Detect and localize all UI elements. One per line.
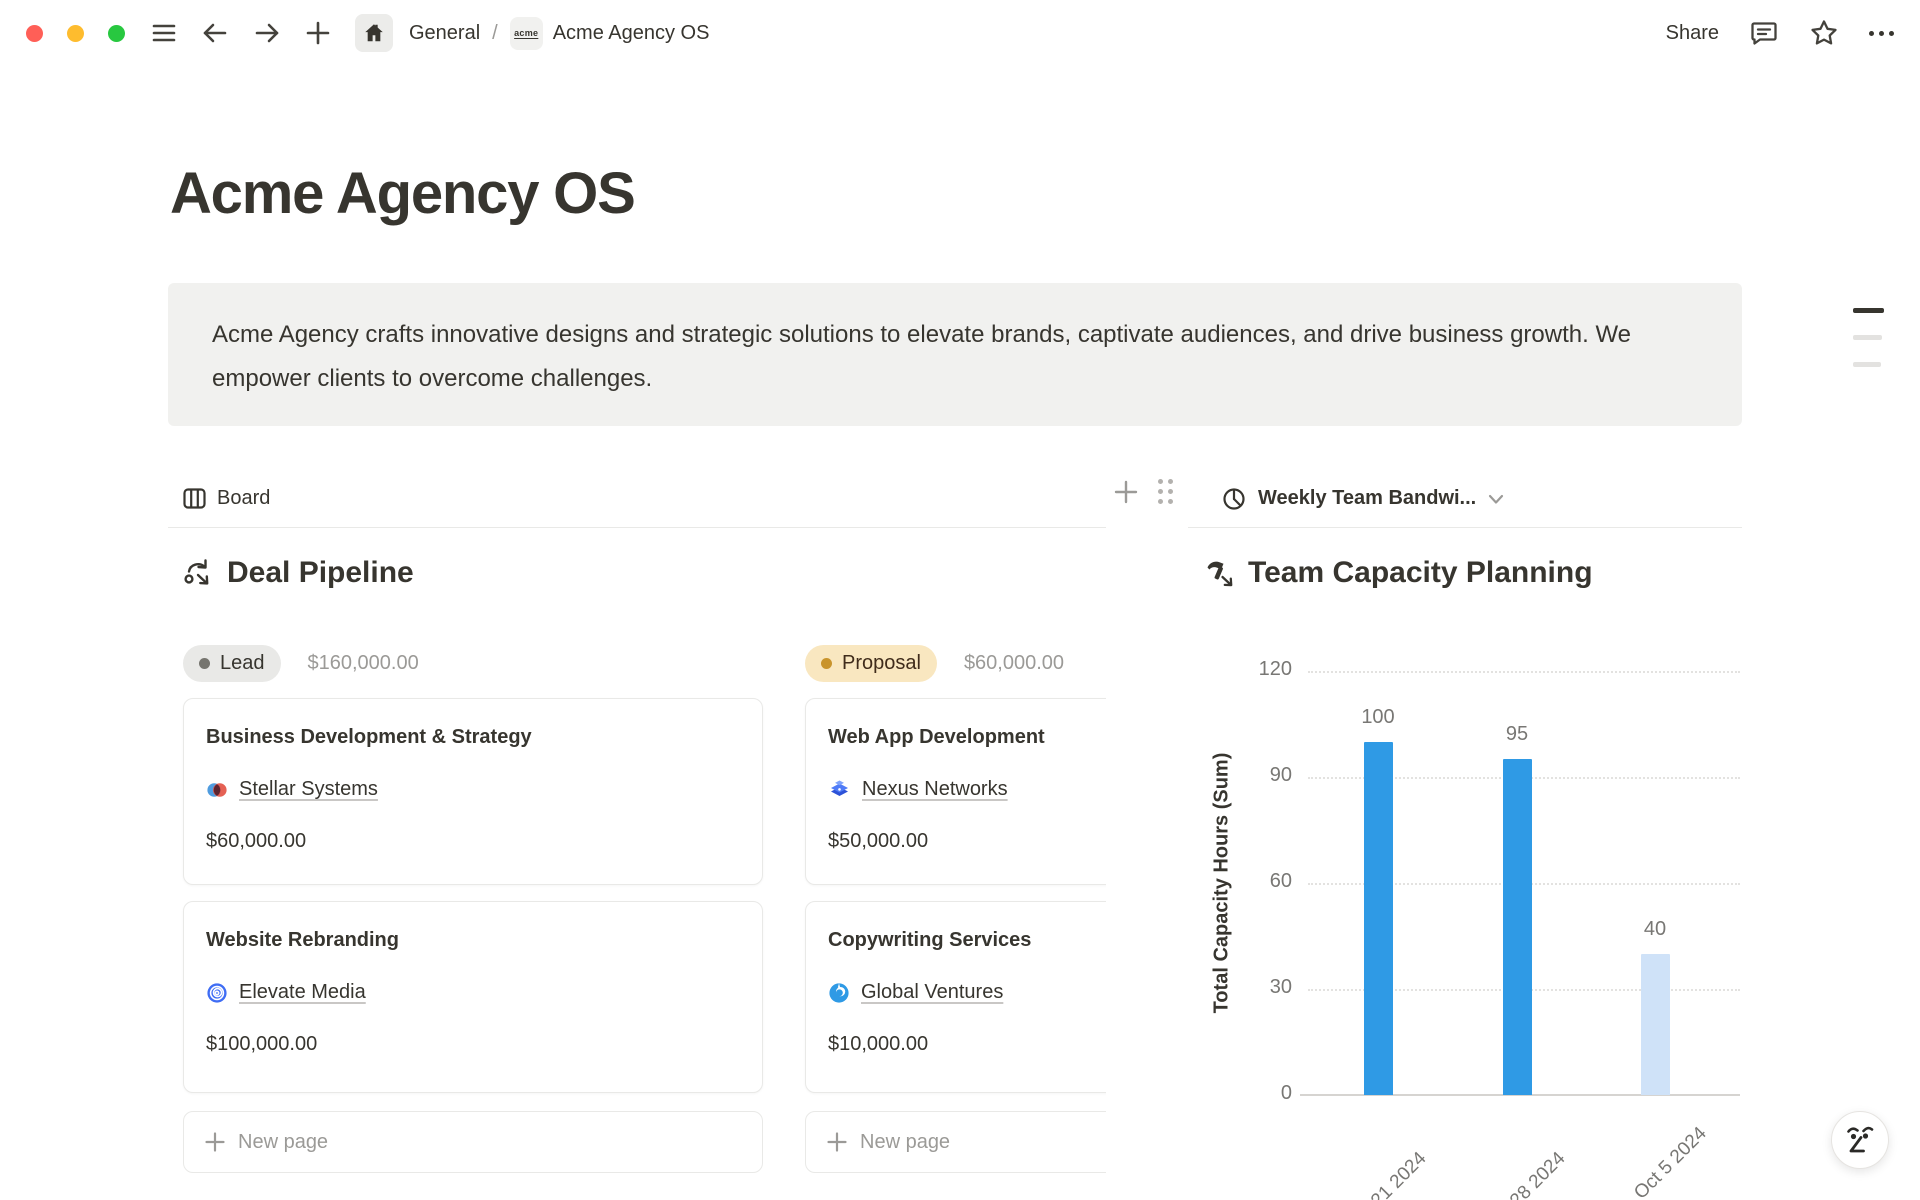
card-amount: $100,000.00 [206, 1033, 738, 1056]
blue-layers-icon [828, 779, 851, 801]
forward-arrow-icon[interactable] [253, 20, 281, 46]
pie-chart-icon [1222, 487, 1246, 511]
new-page-label: New page [860, 1131, 950, 1154]
zoom-window-button[interactable] [108, 25, 125, 42]
workspace-logo-icon[interactable]: acme [510, 17, 543, 50]
blue-donut-icon [828, 982, 850, 1004]
chart-pane: Weekly Team Bandwi... Team Capacity Plan… [1188, 470, 1742, 1200]
view-selector[interactable]: Weekly Team Bandwi... [1188, 487, 1504, 511]
new-page-button[interactable]: New page [805, 1111, 1106, 1173]
breadcrumb-separator: / [492, 22, 498, 45]
breadcrumb-root[interactable]: General [409, 22, 480, 45]
chevron-down-icon [1488, 493, 1504, 505]
view-selector-label: Weekly Team Bandwi... [1258, 487, 1476, 510]
new-page-label: New page [238, 1131, 328, 1154]
bar-value-label: 40 [1620, 918, 1690, 941]
capacity-bar-chart: 100 95 40 [1308, 671, 1740, 1095]
x-tick-label: 21 2024 [1367, 1148, 1431, 1200]
add-view-plus-icon[interactable] [1112, 478, 1140, 506]
card-title: Business Development & Strategy [206, 724, 738, 750]
chart-heading: Team Capacity Planning [1204, 556, 1593, 590]
ai-assistant-button[interactable] [1831, 1111, 1889, 1169]
group-badge-lead[interactable]: Lead [183, 645, 281, 682]
home-icon[interactable] [355, 14, 393, 52]
pipeline-icon [183, 558, 213, 588]
y-tick-label: 90 [1270, 764, 1292, 787]
y-tick-label: 120 [1259, 658, 1292, 681]
gray-dot-icon [199, 658, 210, 669]
board-tab-label: Board [217, 487, 270, 510]
group-sum: $60,000.00 [964, 652, 1064, 675]
new-page-plus-icon [826, 1131, 848, 1153]
breadcrumb: General / acme Acme Agency OS [409, 17, 709, 50]
y-tick-label: 0 [1281, 1082, 1292, 1105]
board-card-website-rebranding[interactable]: Website Rebranding Elevate Media $100,00… [183, 901, 763, 1093]
breadcrumb-page[interactable]: Acme Agency OS [553, 22, 710, 45]
group-badge-proposal[interactable]: Proposal [805, 645, 937, 682]
amber-dot-icon [821, 658, 832, 669]
x-tick-label: Oct 5 2024 [1630, 1123, 1711, 1200]
group-label: Proposal [842, 652, 921, 675]
toc-collapsed-indicator[interactable] [1853, 308, 1885, 389]
client-link[interactable]: Elevate Media [239, 981, 366, 1004]
callout-block[interactable]: Acme Agency crafts innovative designs an… [168, 283, 1742, 426]
drag-handle-icon[interactable] [1158, 479, 1174, 505]
card-title: Website Rebranding [206, 927, 738, 953]
venn-circles-icon [206, 779, 228, 801]
board-pane: Board Deal Pipeline Lead $160,000.00 Pro… [168, 470, 1106, 1200]
card-amount: $60,000.00 [206, 830, 738, 853]
new-page-button[interactable]: New page [183, 1111, 763, 1173]
minimize-window-button[interactable] [67, 25, 84, 42]
close-window-button[interactable] [26, 25, 43, 42]
client-link[interactable]: Global Ventures [861, 981, 1003, 1004]
card-amount: $10,000.00 [828, 1033, 1106, 1056]
bar-28-2024[interactable] [1503, 759, 1532, 1095]
star-icon[interactable] [1809, 18, 1839, 48]
client-link[interactable]: Nexus Networks [862, 778, 1008, 801]
y-tick-label: 30 [1270, 976, 1292, 999]
new-tab-plus-icon[interactable] [305, 20, 331, 46]
board-view-icon [183, 488, 206, 509]
board-card-web-app-development[interactable]: Web App Development Nexus Networks $50,0… [805, 698, 1106, 885]
tab-board-view[interactable]: Board [168, 487, 270, 510]
new-page-plus-icon [204, 1131, 226, 1153]
more-icon[interactable] [1869, 31, 1894, 36]
group-label: Lead [220, 652, 265, 675]
bar-21-2024[interactable] [1364, 742, 1393, 1095]
comment-icon[interactable] [1749, 18, 1779, 48]
board-card-copywriting-services[interactable]: Copywriting Services Global Ventures $10… [805, 901, 1106, 1093]
bar-value-label: 95 [1482, 723, 1552, 746]
callout-text: Acme Agency crafts innovative designs an… [212, 321, 1631, 392]
y-tick-label: 60 [1270, 870, 1292, 893]
hamburger-icon[interactable] [151, 20, 177, 46]
bar-value-label: 100 [1343, 706, 1413, 729]
traffic-lights [26, 25, 125, 42]
ai-face-icon [1844, 1123, 1876, 1157]
client-link[interactable]: Stellar Systems [239, 778, 378, 801]
page-title[interactable]: Acme Agency OS [170, 160, 635, 227]
hammer-icon [1204, 558, 1234, 588]
y-axis-ticks: 0306090120 [1188, 671, 1292, 1095]
board-heading: Deal Pipeline [183, 556, 414, 590]
back-arrow-icon[interactable] [201, 20, 229, 46]
card-title: Web App Development [828, 724, 1106, 750]
board-heading-label: Deal Pipeline [227, 556, 414, 590]
blue-spiral-icon [206, 982, 228, 1004]
share-button[interactable]: Share [1666, 22, 1719, 45]
window-toolbar: General / acme Acme Agency OS Share [0, 0, 1920, 66]
board-card-business-development[interactable]: Business Development & Strategy Stellar … [183, 698, 763, 885]
card-title: Copywriting Services [828, 927, 1106, 953]
card-amount: $50,000.00 [828, 830, 1106, 853]
bar-oct-5-2024[interactable] [1641, 954, 1670, 1095]
x-tick-label: 28 2024 [1506, 1148, 1570, 1200]
chart-heading-label: Team Capacity Planning [1248, 556, 1593, 590]
group-sum: $160,000.00 [308, 652, 419, 675]
